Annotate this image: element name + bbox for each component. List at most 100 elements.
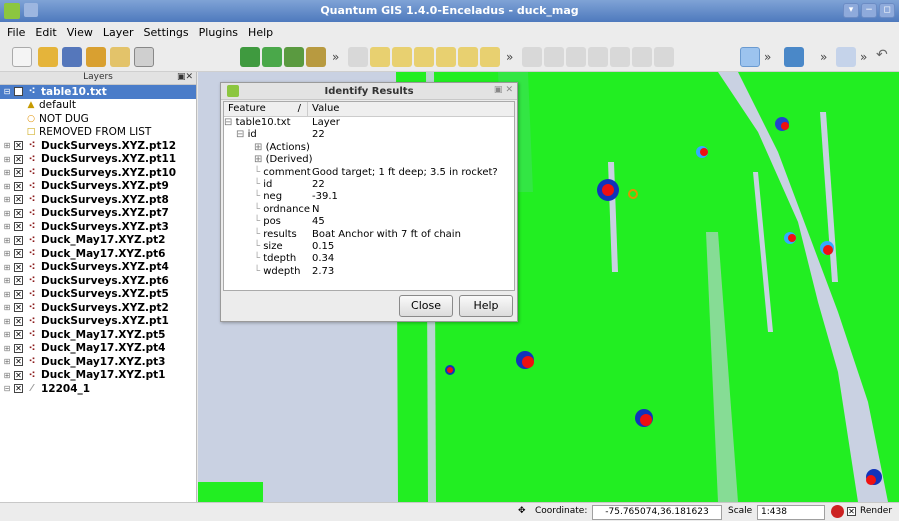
- dock-close-icon[interactable]: ▣✕: [177, 72, 193, 82]
- layer-visibility-checkbox[interactable]: ✕: [14, 330, 23, 340]
- add-wms-icon[interactable]: [306, 47, 326, 67]
- layer-visibility-checkbox[interactable]: ✕: [14, 168, 23, 178]
- column-feature[interactable]: Feature /: [224, 102, 308, 116]
- collapse-icon[interactable]: ⊟: [224, 117, 232, 128]
- expand-icon[interactable]: ⊞: [2, 317, 12, 326]
- collapse-icon[interactable]: ⊟: [2, 384, 12, 393]
- column-value[interactable]: Value: [308, 102, 343, 116]
- toolbar-overflow-icon[interactable]: »: [764, 50, 771, 64]
- menu-view[interactable]: View: [62, 26, 98, 39]
- layer-row[interactable]: ⊞ ✕ ⁖ DuckSurveys.XYZ.pt5: [0, 288, 196, 302]
- toolbar-overflow-icon[interactable]: »: [332, 50, 339, 64]
- expand-icon[interactable]: ⊞: [2, 276, 12, 285]
- node-tool-icon[interactable]: [566, 47, 586, 67]
- delete-selected-icon[interactable]: [588, 47, 608, 67]
- layer-row[interactable]: ⊞ ✕ ⁖ Duck_May17.XYZ.pt5: [0, 328, 196, 342]
- expand-icon[interactable]: ⊞: [2, 155, 12, 164]
- new-project-icon[interactable]: [12, 47, 32, 67]
- zoom-selection-icon[interactable]: [436, 47, 456, 67]
- layer-visibility-checkbox[interactable]: ✕: [14, 370, 23, 380]
- toolbar-overflow-icon[interactable]: »: [506, 50, 513, 64]
- print-composer-icon[interactable]: [110, 47, 130, 67]
- layer-row[interactable]: ⊞ ✕ ⁖ DuckSurveys.XYZ.pt9: [0, 180, 196, 194]
- dialog-close-icon[interactable]: ▣ ✕: [494, 85, 513, 95]
- stop-render-icon[interactable]: [831, 505, 844, 518]
- tree-row-attribute[interactable]: └ results Boat Anchor with 7 ft of chain: [224, 229, 514, 241]
- tree-row-attribute[interactable]: └ comment Good target; 1 ft deep; 3.5 in …: [224, 167, 514, 179]
- menu-help[interactable]: Help: [243, 26, 278, 39]
- scale-field[interactable]: 1:438: [757, 505, 825, 520]
- coordinate-field[interactable]: -75.765074,36.181623: [592, 505, 722, 520]
- measure-line-icon[interactable]: [522, 47, 542, 67]
- maximize-icon[interactable]: ◻: [879, 3, 895, 18]
- tree-row-attribute[interactable]: └ tdepth 0.34: [224, 253, 514, 265]
- layer-visibility-checkbox[interactable]: ✕: [14, 208, 23, 218]
- layer-visibility-checkbox[interactable]: ✕: [14, 262, 23, 272]
- layer-row[interactable]: ⊞ ✕ ⁖ Duck_May17.XYZ.pt3: [0, 355, 196, 369]
- collapse-icon[interactable]: ⊟: [236, 129, 244, 140]
- layer-row[interactable]: ⊞ ✕ ⁖ DuckSurveys.XYZ.pt2: [0, 301, 196, 315]
- expand-icon[interactable]: ⊞: [2, 344, 12, 353]
- expand-icon[interactable]: ⊞: [2, 249, 12, 258]
- expand-icon[interactable]: ⊞: [2, 141, 12, 150]
- map-tips-icon[interactable]: [784, 47, 804, 67]
- expand-icon[interactable]: ⊞: [2, 195, 12, 204]
- move-feature-icon[interactable]: [544, 47, 564, 67]
- layer-row[interactable]: ⊞ ✕ ⁖ DuckSurveys.XYZ.pt12: [0, 139, 196, 153]
- layer-visibility-checkbox[interactable]: ✕: [14, 87, 23, 97]
- raster-layer-row[interactable]: ⊟ ✕ ⁄ 12204_1: [0, 382, 196, 396]
- layer-visibility-checkbox[interactable]: ✕: [14, 249, 23, 259]
- copy-features-icon[interactable]: [632, 47, 652, 67]
- layer-row[interactable]: ⊞ ✕ ⁖ DuckSurveys.XYZ.pt7: [0, 207, 196, 221]
- expand-icon[interactable]: ⊞: [254, 142, 262, 153]
- toolbar-overflow-icon[interactable]: »: [820, 50, 827, 64]
- add-raster-icon[interactable]: [262, 47, 282, 67]
- layer-row[interactable]: ⊞ ✕ ⁖ DuckSurveys.XYZ.pt10: [0, 166, 196, 180]
- layer-row[interactable]: ⊞ ✕ ⁖ Duck_May17.XYZ.pt6: [0, 247, 196, 261]
- layer-visibility-checkbox[interactable]: ✕: [14, 303, 23, 313]
- expand-icon[interactable]: ⊞: [2, 357, 12, 366]
- layer-row[interactable]: ⊞ ✕ ⁖ DuckSurveys.XYZ.pt3: [0, 220, 196, 234]
- menu-edit[interactable]: Edit: [30, 26, 61, 39]
- add-vector-icon[interactable]: [240, 47, 260, 67]
- cut-features-icon[interactable]: [610, 47, 630, 67]
- add-postgis-icon[interactable]: [284, 47, 304, 67]
- help-button[interactable]: Help: [459, 295, 513, 317]
- layer-visibility-checkbox[interactable]: ✕: [14, 316, 23, 326]
- menu-plugins[interactable]: Plugins: [194, 26, 243, 39]
- tree-row-attribute[interactable]: └ neg -39.1: [224, 191, 514, 203]
- tree-row-actions[interactable]: ⊞ (Actions): [224, 142, 514, 154]
- expand-icon[interactable]: ⊞: [2, 303, 12, 312]
- tree-row-derived[interactable]: ⊞ (Derived): [224, 154, 514, 166]
- layer-row[interactable]: ⊞ ✕ ⁖ DuckSurveys.XYZ.pt8: [0, 193, 196, 207]
- tree-row-attribute[interactable]: └ ordnance N: [224, 204, 514, 216]
- collapse-icon[interactable]: ⊟: [2, 87, 12, 96]
- zoom-in-icon[interactable]: [370, 47, 390, 67]
- layer-row[interactable]: ⊞ ✕ ⁖ Duck_May17.XYZ.pt2: [0, 234, 196, 248]
- zoom-out-icon[interactable]: [392, 47, 412, 67]
- layer-row[interactable]: ⊞ ✕ ⁖ DuckSurveys.XYZ.pt4: [0, 261, 196, 275]
- layer-row[interactable]: ⊞ ✕ ⁖ Duck_May17.XYZ.pt1: [0, 369, 196, 383]
- layer-visibility-checkbox[interactable]: ✕: [14, 141, 23, 151]
- expand-icon[interactable]: ⊞: [2, 168, 12, 177]
- render-checkbox[interactable]: ✕: [847, 507, 856, 517]
- layer-visibility-checkbox[interactable]: ✕: [14, 235, 23, 245]
- layer-visibility-checkbox[interactable]: ✕: [14, 222, 23, 232]
- expand-icon[interactable]: ⊞: [2, 236, 12, 245]
- layer-visibility-checkbox[interactable]: ✕: [14, 154, 23, 164]
- menu-settings[interactable]: Settings: [139, 26, 194, 39]
- toolbar-overflow-icon[interactable]: »: [860, 50, 867, 64]
- zoom-layer-icon[interactable]: [458, 47, 478, 67]
- tree-row-attribute[interactable]: └ pos 45: [224, 216, 514, 228]
- identify-features-icon[interactable]: [740, 47, 760, 67]
- expand-icon[interactable]: ⊞: [2, 263, 12, 272]
- layer-row[interactable]: ⊞ ✕ ⁖ DuckSurveys.XYZ.pt1: [0, 315, 196, 329]
- tree-row-layer[interactable]: ⊟ table10.txt Layer: [224, 117, 514, 129]
- shade-icon[interactable]: −: [861, 3, 877, 18]
- layer-visibility-checkbox[interactable]: ✕: [14, 195, 23, 205]
- tree-row-attribute[interactable]: └ wdepth 2.73: [224, 266, 514, 278]
- tree-row-id[interactable]: ⊟ id 22: [224, 129, 514, 141]
- paste-features-icon[interactable]: [654, 47, 674, 67]
- layer-visibility-checkbox[interactable]: ✕: [14, 181, 23, 191]
- layer-row-selected[interactable]: ⊟ ✕ ⁖ table10.txt: [0, 85, 196, 99]
